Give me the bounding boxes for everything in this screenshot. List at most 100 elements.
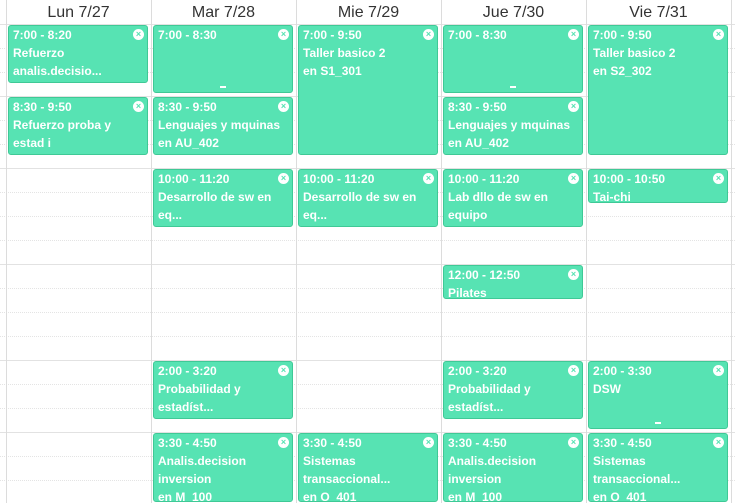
grid-column-line	[731, 0, 732, 503]
event-time: 8:30 - 9:50	[13, 100, 72, 114]
event-time: 10:00 - 11:20	[303, 172, 375, 186]
close-circle-icon[interactable]: ×	[278, 29, 289, 40]
day-header[interactable]: Mar 7/28	[151, 0, 296, 24]
event-time: 2:00 - 3:30	[593, 364, 652, 378]
close-circle-icon[interactable]: ×	[423, 173, 434, 184]
grid-row-line	[0, 240, 735, 241]
event-location: en SD_704	[158, 224, 288, 226]
event-title: Refuerzo analis.decisio...	[13, 46, 102, 78]
event-time: 10:00 - 11:20	[448, 172, 520, 186]
event-card[interactable]: 10:00 - 10:50 Tai-chi ×	[588, 169, 728, 203]
close-circle-icon[interactable]: ×	[278, 101, 289, 112]
event-card[interactable]: 3:30 - 4:50 Analis.decision inversion en M…	[153, 433, 293, 502]
event-time: 7:00 - 9:50	[303, 28, 362, 42]
event-card[interactable]: 10:00 - 11:20 Desarrollo de sw en eq... en…	[153, 169, 293, 227]
event-location: en AU_402	[158, 136, 219, 150]
close-circle-icon[interactable]: ×	[278, 365, 289, 376]
event-title: Probabilidad y estadíst...	[158, 382, 241, 414]
event-title: Probabilidad y estadíst...	[448, 382, 531, 414]
day-header-row: Lun 7/27 Mar 7/28 Mie 7/29 Jue 7/30 Vie 7/31	[0, 0, 735, 25]
event-time: 7:00 - 8:30	[158, 28, 217, 42]
event-title: Sistemas transaccional...	[303, 454, 391, 486]
event-card[interactable]: 2:00 - 3:20 Probabilidad y estadíst... en …	[153, 361, 293, 419]
event-time: 2:00 - 3:20	[448, 364, 507, 378]
event-card[interactable]: 8:30 - 9:50 Lenguajes y mquinas en AU_402 ×	[443, 97, 583, 155]
event-location: en ML_514	[448, 224, 578, 226]
close-circle-icon[interactable]: ×	[713, 29, 724, 40]
event-title: Lenguajes y mquinas	[158, 118, 281, 132]
event-time: 7:00 - 8:20	[13, 28, 72, 42]
event-time: 3:30 - 4:50	[158, 436, 217, 450]
event-card[interactable]: 10:00 - 11:20 Lab dllo de sw en equipo en …	[443, 169, 583, 227]
close-circle-icon[interactable]: ×	[423, 437, 434, 448]
event-card[interactable]: 7:00 - 8:30 ×	[443, 25, 583, 93]
event-card[interactable]: 8:30 - 9:50 Refuerzo proba y estad i en ML…	[8, 97, 148, 155]
event-time: 2:00 - 3:20	[158, 364, 217, 378]
close-circle-icon[interactable]: ×	[713, 437, 724, 448]
close-circle-icon[interactable]: ×	[278, 437, 289, 448]
close-circle-icon[interactable]: ×	[713, 365, 724, 376]
event-card[interactable]: 7:00 - 8:20 Refuerzo analis.decisio... en …	[8, 25, 148, 83]
grid-column-line	[296, 0, 297, 503]
close-circle-icon[interactable]: ×	[568, 101, 579, 112]
grid-row-line	[0, 312, 735, 313]
day-header[interactable]: Lun 7/27	[6, 0, 151, 24]
week-calendar: Lun 7/27 Mar 7/28 Mie 7/29 Jue 7/30 Vie 7/31…	[0, 0, 735, 503]
event-card[interactable]: 3:30 - 4:50 Sistemas transaccional... en O…	[588, 433, 728, 502]
event-time: 3:30 - 4:50	[303, 436, 362, 450]
resize-handle-icon[interactable]	[655, 422, 661, 424]
event-title: Tai-chi	[593, 190, 631, 203]
event-location: en S2_302	[593, 64, 652, 78]
grid-row-line	[0, 264, 735, 265]
event-location: en ML_615	[158, 416, 288, 418]
event-title: Analis.decision inversion	[448, 454, 537, 486]
resize-handle-icon[interactable]	[220, 86, 226, 88]
event-title: Desarrollo de sw en eq...	[303, 190, 417, 222]
close-circle-icon[interactable]: ×	[568, 365, 579, 376]
event-time: 3:30 - 4:50	[448, 436, 507, 450]
event-location: en M_100	[158, 490, 213, 502]
day-header[interactable]: Vie 7/31	[586, 0, 731, 24]
day-header[interactable]: Jue 7/30	[441, 0, 586, 24]
event-title: Refuerzo proba y estad i	[13, 118, 112, 150]
event-time: 7:00 - 9:50	[593, 28, 652, 42]
event-location: en S1_301	[303, 64, 362, 78]
event-card[interactable]: 7:00 - 9:50 Taller basico 2 en S1_301 ×	[298, 25, 438, 155]
event-card[interactable]: 3:30 - 4:50 Analis.decision inversion en M…	[443, 433, 583, 502]
event-location: en O_401	[593, 490, 647, 502]
close-circle-icon[interactable]: ×	[278, 173, 289, 184]
close-circle-icon[interactable]: ×	[713, 173, 724, 184]
event-card[interactable]: 2:00 - 3:20 Probabilidad y estadíst... en …	[443, 361, 583, 419]
event-location: en ML_615	[448, 416, 578, 418]
grid-row-line	[0, 336, 735, 337]
event-card[interactable]: 7:00 - 8:30 ×	[153, 25, 293, 93]
grid-column-line	[586, 0, 587, 503]
event-card[interactable]: 10:00 - 11:20 Desarrollo de sw en eq... en…	[298, 169, 438, 227]
event-title: Lab dllo de sw en equipo	[448, 190, 549, 222]
event-card[interactable]: 2:00 - 3:30 DSW ×	[588, 361, 728, 429]
close-circle-icon[interactable]: ×	[568, 29, 579, 40]
close-circle-icon[interactable]: ×	[133, 29, 144, 40]
close-circle-icon[interactable]: ×	[423, 29, 434, 40]
grid-column-line	[6, 0, 7, 503]
event-card[interactable]: 7:00 - 9:50 Taller basico 2 en S2_302 ×	[588, 25, 728, 155]
event-location: en Q_405	[13, 80, 143, 82]
close-circle-icon[interactable]: ×	[568, 269, 579, 280]
event-time: 7:00 - 8:30	[448, 28, 507, 42]
event-time: 3:30 - 4:50	[593, 436, 652, 450]
event-card[interactable]: 12:00 - 12:50 Pilates ×	[443, 265, 583, 299]
close-circle-icon[interactable]: ×	[568, 173, 579, 184]
event-title: Taller basico 2	[303, 46, 386, 60]
event-time: 12:00 - 12:50	[448, 268, 521, 282]
event-card[interactable]: 8:30 - 9:50 Lenguajes y mquinas en AU_402 ×	[153, 97, 293, 155]
event-location: en O_401	[303, 490, 357, 502]
resize-handle-icon[interactable]	[510, 86, 516, 88]
event-time: 10:00 - 11:20	[158, 172, 230, 186]
grid-column-line	[441, 0, 442, 503]
event-card[interactable]: 3:30 - 4:50 Sistemas transaccional... en O…	[298, 433, 438, 502]
close-circle-icon[interactable]: ×	[133, 101, 144, 112]
event-title: Lenguajes y mquinas	[448, 118, 571, 132]
day-header[interactable]: Mie 7/29	[296, 0, 441, 24]
close-circle-icon[interactable]: ×	[568, 437, 579, 448]
event-location: en M_100	[448, 490, 503, 502]
